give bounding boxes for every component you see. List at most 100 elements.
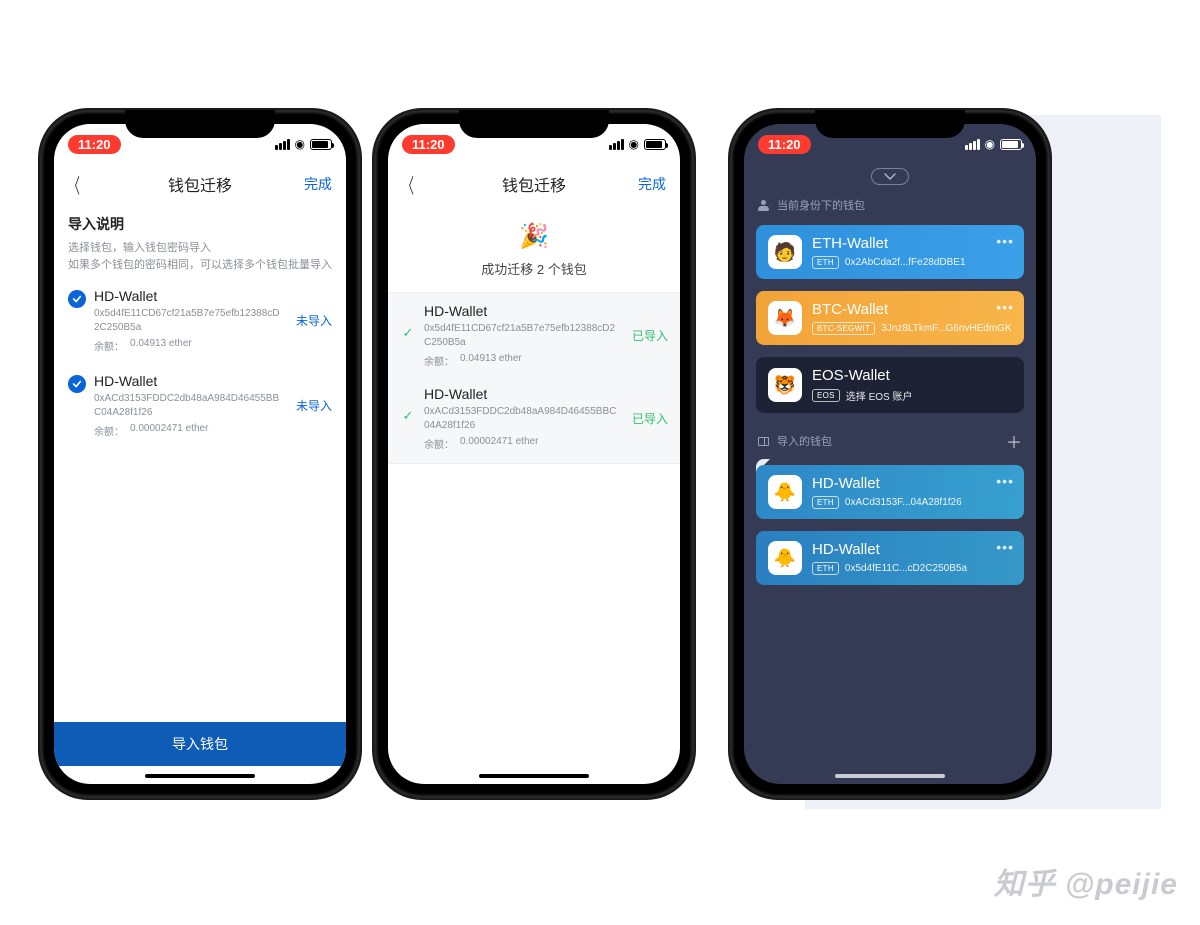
back-button[interactable]: 〈 <box>402 170 414 199</box>
wallet-row[interactable]: HD-Wallet 0xACd3153FDDC2db48aA984D46455B… <box>60 365 340 450</box>
back-button[interactable]: 〈 <box>68 170 80 199</box>
check-icon: ✓ <box>400 408 416 424</box>
wallet-address: 0xACd3153FDDC2db48aA984D46455BBC04A28f1f… <box>424 405 620 432</box>
more-icon[interactable]: ••• <box>996 539 1014 555</box>
notch <box>459 110 609 138</box>
wifi-icon: ◉ <box>295 138 305 150</box>
chevron-down-icon <box>884 173 896 181</box>
chain-badge: ETH <box>812 256 839 269</box>
wallet-row: ✓ HD-Wallet 0xACd3153FDDC2db48aA984D4645… <box>394 378 674 461</box>
status-time: 11:20 <box>68 135 121 154</box>
import-wallet-button[interactable]: 导入钱包 <box>54 722 346 766</box>
instr-title: 导入说明 <box>68 214 332 234</box>
wallet-name: BTC-Wallet <box>812 301 1012 318</box>
done-button[interactable]: 完成 <box>304 174 332 194</box>
wallet-name: ETH-Wallet <box>812 235 1012 252</box>
cellular-icon <box>965 139 980 150</box>
cellular-icon <box>609 139 624 150</box>
watermark: 知乎 @peijie <box>994 859 1178 903</box>
checkbox-checked-icon[interactable] <box>68 290 86 308</box>
triptych: 11:20 ◉ 〈 钱包迁移 完成 导入说明 选择钱包，输入钱包密码导入 如果多… <box>0 0 1200 798</box>
battery-icon <box>644 139 666 150</box>
avatar-icon: 🐥 <box>768 541 802 575</box>
checkbox-checked-icon[interactable] <box>68 375 86 393</box>
chain-badge: EOS <box>812 389 840 402</box>
wallet-name: HD-Wallet <box>424 386 620 402</box>
check-icon: ✓ <box>400 325 416 341</box>
notch <box>815 110 965 138</box>
import-status: 未导入 <box>292 312 332 329</box>
nav-bar: 〈 钱包迁移 完成 <box>388 164 680 204</box>
import-status: 未导入 <box>292 397 332 414</box>
section-header-identity: 当前身份下的钱包 <box>744 193 1036 219</box>
home-indicator[interactable] <box>479 774 589 778</box>
battery-icon <box>1000 139 1022 150</box>
section-title: 导入的钱包 <box>777 433 832 449</box>
more-icon[interactable]: ••• <box>996 473 1014 489</box>
wallet-icon <box>758 437 769 446</box>
wallet-row: ✓ HD-Wallet 0x5d4fE11CD67cf21a5B7e75efb1… <box>394 295 674 378</box>
avatar-icon: 🦊 <box>768 301 802 335</box>
chain-badge: BTC-SEGWIT <box>812 322 875 335</box>
wallet-address: 选择 EOS 账户 <box>846 388 913 403</box>
balance-value: 0.00002471 ether <box>130 423 208 438</box>
party-popper-icon: 🎉 <box>388 222 680 251</box>
import-instructions: 导入说明 选择钱包，输入钱包密码导入 如果多个钱包的密码相同，可以选择多个钱包批… <box>54 204 346 280</box>
done-button[interactable]: 完成 <box>638 174 666 194</box>
wallet-name: EOS-Wallet <box>812 367 1012 384</box>
balance-label: 余额： <box>424 436 454 451</box>
more-icon[interactable]: ••• <box>996 299 1014 315</box>
screen-wallet-migration-select: 11:20 ◉ 〈 钱包迁移 完成 导入说明 选择钱包，输入钱包密码导入 如果多… <box>54 124 346 784</box>
home-indicator[interactable] <box>145 774 255 778</box>
status-time: 11:20 <box>758 135 811 154</box>
import-status: 已导入 <box>628 327 668 344</box>
status-icons: ◉ <box>965 138 1022 150</box>
wallet-name: HD-Wallet <box>94 288 284 304</box>
chain-badge: ETH <box>812 562 839 575</box>
wallet-address: 0xACd3153FDDC2db48aA984D46455BBC04A28f1f… <box>94 392 284 419</box>
wallet-address: 0xACd3153F...04A28f1f26 <box>845 497 962 508</box>
wifi-icon: ◉ <box>629 138 639 150</box>
status-icons: ◉ <box>609 138 666 150</box>
wallet-list: HD-Wallet 0x5d4fE11CD67cf21a5B7e75efb123… <box>54 280 346 450</box>
wallet-card-imported[interactable]: 🐥 HD-Wallet ETH 0x5d4fE11C...cD2C250B5a … <box>756 531 1024 585</box>
wallet-address: 0x5d4fE11CD67cf21a5B7e75efb12388cD2C250B… <box>94 307 284 334</box>
more-icon[interactable]: ••• <box>996 233 1014 249</box>
status-icons: ◉ <box>275 138 332 150</box>
balance-label: 余额： <box>94 423 124 438</box>
phone-3: 11:20 ◉ 当前身份下的钱包 🧑 ETH-Wallet <box>730 110 1050 798</box>
balance-label: 余额： <box>94 338 124 353</box>
instr-line-2: 如果多个钱包的密码相同，可以选择多个钱包批量导入 <box>68 257 332 274</box>
balance-value: 0.00002471 ether <box>460 436 538 451</box>
section-title: 当前身份下的钱包 <box>777 197 865 213</box>
chain-badge: ETH <box>812 496 839 509</box>
wallet-card-eth[interactable]: 🧑 ETH-Wallet ETH 0x2AbCda2f...fFe28dDBE1… <box>756 225 1024 279</box>
wallet-address: 0x2AbCda2f...fFe28dDBE1 <box>845 257 966 268</box>
wallet-card-imported[interactable]: 🐥 HD-Wallet ETH 0xACd3153F...04A28f1f26 … <box>756 465 1024 519</box>
wifi-icon: ◉ <box>985 138 995 150</box>
notch <box>125 110 275 138</box>
success-text: 成功迁移 2 个钱包 <box>388 259 680 278</box>
instr-line-1: 选择钱包，输入钱包密码导入 <box>68 240 332 257</box>
nav-bar: 〈 钱包迁移 完成 <box>54 164 346 204</box>
wallet-card-eos[interactable]: 🐯 EOS-Wallet EOS 选择 EOS 账户 <box>756 357 1024 413</box>
wallet-name: HD-Wallet <box>94 373 284 389</box>
avatar-icon: 🐥 <box>768 475 802 509</box>
home-indicator[interactable] <box>835 774 945 778</box>
wallet-address: 0x5d4fE11C...cD2C250B5a <box>845 563 967 574</box>
cellular-icon <box>275 139 290 150</box>
balance-value: 0.04913 ether <box>130 338 192 353</box>
balance-label: 余额： <box>424 353 454 368</box>
wallet-name: HD-Wallet <box>812 475 1012 492</box>
nav-title: 钱包迁移 <box>168 172 232 196</box>
collapse-handle[interactable] <box>871 168 909 185</box>
add-wallet-button[interactable]: ＋ <box>1006 429 1022 453</box>
avatar-icon: 🐯 <box>768 368 802 402</box>
wallet-row[interactable]: HD-Wallet 0x5d4fE11CD67cf21a5B7e75efb123… <box>60 280 340 365</box>
wallet-address: 3Jnz8LTkmF...G6nvHEdmGK <box>881 323 1011 334</box>
phone-1: 11:20 ◉ 〈 钱包迁移 完成 导入说明 选择钱包，输入钱包密码导入 如果多… <box>40 110 360 798</box>
migrated-wallet-list: ✓ HD-Wallet 0x5d4fE11CD67cf21a5B7e75efb1… <box>388 292 680 464</box>
success-banner: 🎉 成功迁移 2 个钱包 <box>388 204 680 286</box>
wallet-card-btc[interactable]: 🦊 BTC-Wallet BTC-SEGWIT 3Jnz8LTkmF...G6n… <box>756 291 1024 345</box>
nav-title: 钱包迁移 <box>502 172 566 196</box>
